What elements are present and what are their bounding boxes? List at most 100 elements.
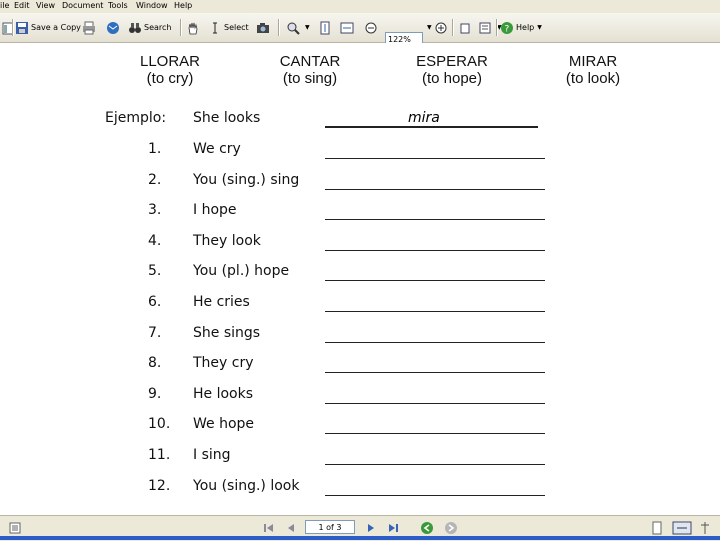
zoom-in-icon [435,22,447,33]
item-prompt: You (sing.) look [193,478,300,494]
first-page-icon[interactable] [262,521,276,535]
answer-line[interactable] [325,219,545,220]
answer-line[interactable] [325,495,545,496]
fit-page-icon [320,21,330,34]
email-icon [107,21,119,34]
item-number: 9. [148,386,162,402]
last-page-icon[interactable] [386,521,400,535]
page-number-field[interactable]: 1 of 3 [305,520,355,534]
zoom-out-button[interactable] [364,19,380,36]
verb-translation: (to hope) [421,70,483,87]
menu-help[interactable]: Help [174,1,192,10]
item-number: 3. [148,202,162,218]
answer-line[interactable] [325,311,545,312]
zoom-out-icon [365,22,377,33]
menu-view[interactable]: View [36,1,55,10]
answer-line[interactable] [325,433,545,434]
next-page-icon[interactable] [364,521,378,535]
search-button[interactable]: Search [128,19,171,36]
fit-width-icon [340,22,354,33]
binoculars-icon [129,22,141,33]
item-number: 1. [148,141,162,157]
toolbar: Save a Copy Search Select ▼ 122% ▼ ▼ ? H… [0,13,720,45]
chevron-down-icon: ▼ [305,24,310,31]
verb-header: ESPERAR (to hope) [407,53,497,87]
zoom-in-button[interactable] [434,19,450,36]
taskbar-strip [0,536,720,540]
menu-window[interactable]: Window [136,1,168,10]
save-copy-button[interactable]: Save a Copy [15,19,81,36]
example-label: Ejemplo: [105,110,167,126]
zoom-icon [287,22,300,35]
menu-edit[interactable]: Edit [14,1,30,10]
fit-page-button[interactable] [318,19,334,36]
verb-header: MIRAR (to look) [553,53,633,87]
search-label: Search [144,23,172,32]
verb-name: CANTAR [279,53,341,70]
document-page: LLORAR (to cry) CANTAR (to sing) ESPERAR… [0,43,720,515]
rotate-button[interactable] [458,19,474,36]
go-back-icon[interactable] [420,521,434,535]
verb-translation: (to look) [565,70,621,87]
save-icon [16,21,28,34]
printer-icon [83,21,95,34]
print-button[interactable] [82,19,98,36]
item-number: 6. [148,294,162,310]
answer-line[interactable] [325,342,545,343]
answer-line[interactable] [325,464,545,465]
facing-pages-icon[interactable] [698,521,712,535]
rotate-icon [460,23,470,33]
answer-line[interactable] [325,372,545,373]
help-button[interactable]: ? Help ▼ [500,19,542,36]
previous-page-icon[interactable] [284,521,298,535]
toolbar-separator [12,19,14,36]
item-prompt: She sings [193,325,261,341]
item-number: 7. [148,325,162,341]
save-copy-label: Save a Copy [31,23,81,32]
item-number: 4. [148,233,162,249]
item-number: 10. [148,416,171,432]
toolbar-separator [452,19,454,36]
answer-line[interactable] [325,250,545,251]
select-label: Select [224,23,249,32]
example-prompt: She looks [193,110,261,126]
help-label: Help [516,23,535,32]
item-prompt: We cry [193,141,241,157]
text-select-icon [479,22,491,33]
verb-header: LLORAR (to cry) [130,53,210,87]
item-prompt: They look [193,233,261,249]
answer-line[interactable] [325,403,545,404]
help-icon: ? [501,21,513,34]
answer-line[interactable] [325,189,545,190]
item-prompt: He cries [193,294,250,310]
bookmarks-panel-icon[interactable] [8,521,22,535]
single-page-icon[interactable] [650,521,664,535]
answer-line[interactable] [325,280,545,281]
zoom-tool-button[interactable]: ▼ [286,19,310,36]
fit-width-button[interactable] [340,19,356,36]
item-number: 8. [148,355,162,371]
menu-bar: ile Edit View Document Tools Window Help [0,0,720,13]
continuous-page-icon[interactable] [672,521,692,535]
zoom-dropdown[interactable]: ▼ [424,19,432,36]
item-prompt: He looks [193,386,254,402]
hand-tool-button[interactable] [186,19,202,36]
snapshot-button[interactable] [256,19,272,36]
svg-text:?: ? [505,24,510,34]
select-button[interactable]: Select [208,19,249,36]
text-select-button[interactable]: ▼ [478,19,502,36]
menu-file[interactable]: ile [0,1,9,10]
answer-line[interactable] [325,158,545,159]
menu-document[interactable]: Document [62,1,103,10]
example-answer: mira [408,110,440,126]
item-prompt: I sing [193,447,231,463]
item-number: 5. [148,263,162,279]
item-prompt: They cry [193,355,254,371]
item-prompt: You (sing.) sing [193,172,300,188]
verb-translation: (to sing) [282,70,338,87]
toolbar-separator [278,19,280,36]
item-number: 2. [148,172,162,188]
menu-tools[interactable]: Tools [108,1,128,10]
email-button[interactable] [106,19,122,36]
go-forward-icon[interactable] [444,521,458,535]
